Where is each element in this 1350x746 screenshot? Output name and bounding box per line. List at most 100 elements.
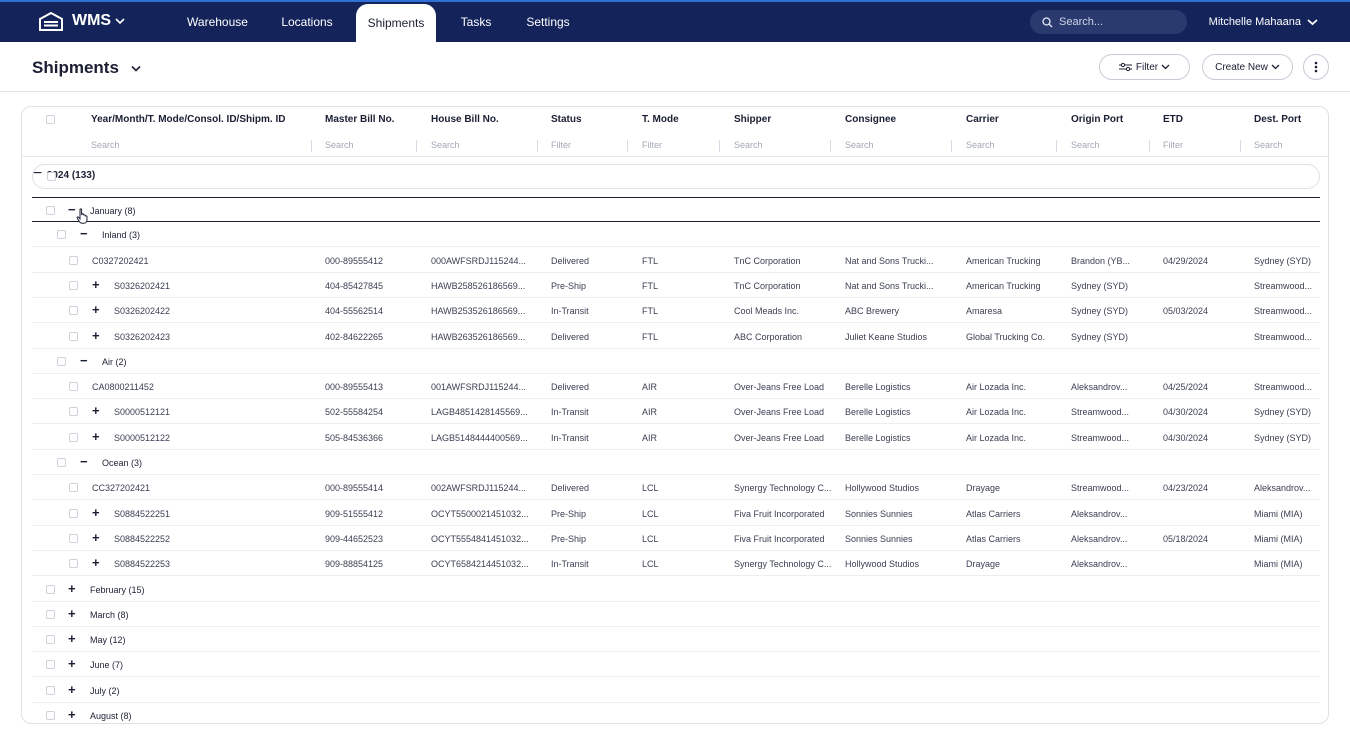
expand-icon[interactable]: + <box>92 329 100 342</box>
column-header-origin-port[interactable]: Origin Port <box>1071 114 1123 125</box>
table-row[interactable]: CA0800211452 000-89555413 001AWFSRDJ115244… <box>32 374 1320 400</box>
expand-icon[interactable]: + <box>92 430 100 443</box>
table-row[interactable]: + S0000512121 502-55584254 LAGB485142814556… <box>32 399 1320 425</box>
collapse-icon[interactable]: − <box>80 354 88 367</box>
consolidation-id[interactable]: CA0800211452 <box>92 382 154 392</box>
nav-tab-settings[interactable]: Settings <box>522 2 574 42</box>
collapse-icon[interactable]: − <box>80 227 88 240</box>
column-filter-input[interactable]: Search <box>91 140 120 150</box>
column-header-mode[interactable]: T. Mode <box>642 114 679 125</box>
brand-menu[interactable]: WMS <box>38 11 133 31</box>
expand-icon[interactable]: + <box>68 632 76 645</box>
row-checkbox[interactable] <box>46 584 55 594</box>
expand-icon[interactable]: + <box>92 404 100 417</box>
nav-tab-warehouse[interactable]: Warehouse <box>180 2 255 42</box>
consolidation-id[interactable]: CC327202421 <box>92 483 150 493</box>
table-row[interactable]: + S0326202423 402-84622265 HAWB263526186569… <box>32 324 1320 349</box>
month-group-row[interactable]: + June (7) <box>32 652 1320 678</box>
month-group-row[interactable]: + May (12) <box>32 627 1320 653</box>
column-filter-input[interactable]: Search <box>1071 140 1100 150</box>
consolidation-id[interactable]: C0327202421 <box>92 256 149 266</box>
row-checkbox[interactable] <box>57 230 66 240</box>
global-search-input[interactable]: Search... <box>1030 10 1187 34</box>
column-filter-input[interactable]: Filter <box>642 140 662 150</box>
row-checkbox[interactable] <box>69 559 78 569</box>
filter-button[interactable]: Filter <box>1099 54 1190 80</box>
expand-icon[interactable]: + <box>68 607 76 620</box>
table-row[interactable]: + S0884522252 909-44652523 OCYT555484145103… <box>32 526 1320 551</box>
collapse-icon[interactable]: − <box>33 165 42 182</box>
row-checkbox[interactable] <box>69 407 78 417</box>
column-filter-input[interactable]: Search <box>1254 140 1283 150</box>
user-menu[interactable]: Mitchelle Mahaana <box>1209 2 1318 42</box>
row-checkbox[interactable] <box>69 255 78 265</box>
shipment-id[interactable]: S0884522252 <box>114 534 170 544</box>
month-group-row[interactable]: + March (8) <box>32 602 1320 627</box>
row-checkbox[interactable] <box>69 432 78 442</box>
column-header-dest-port[interactable]: Dest. Port <box>1254 114 1301 125</box>
expand-icon[interactable]: + <box>92 506 100 519</box>
row-checkbox[interactable] <box>46 206 55 215</box>
expand-icon[interactable]: + <box>68 582 76 595</box>
row-checkbox[interactable] <box>69 533 78 543</box>
collapse-icon[interactable]: − <box>80 455 88 468</box>
row-checkbox[interactable] <box>47 172 56 181</box>
row-checkbox[interactable] <box>69 483 78 493</box>
shipment-id[interactable]: S0884522253 <box>114 559 170 569</box>
table-row[interactable]: + S0000512122 505-84536366 LAGB514844440056… <box>32 425 1320 450</box>
row-checkbox[interactable] <box>69 280 78 290</box>
more-options-button[interactable] <box>1303 54 1329 80</box>
row-checkbox[interactable] <box>46 660 55 670</box>
expand-icon[interactable]: + <box>68 683 76 696</box>
row-checkbox[interactable] <box>69 382 78 392</box>
column-header-id[interactable]: Year/Month/T. Mode/Consol. ID/Shipm. ID <box>91 114 285 125</box>
collapse-icon[interactable]: − <box>68 203 76 216</box>
expand-icon[interactable]: + <box>68 657 76 670</box>
row-checkbox[interactable] <box>46 635 55 645</box>
expand-icon[interactable]: + <box>92 556 100 569</box>
column-filter-input[interactable]: Filter <box>551 140 571 150</box>
table-row[interactable]: + S0326202422 404-55562514 HAWB253526186569… <box>32 298 1320 324</box>
column-header-consignee[interactable]: Consignee <box>845 114 896 125</box>
expand-icon[interactable]: + <box>68 708 76 721</box>
nav-tab-shipments[interactable]: Shipments <box>356 4 436 42</box>
nav-tab-locations[interactable]: Locations <box>275 2 339 42</box>
column-header-master-bill[interactable]: Master Bill No. <box>325 114 394 125</box>
shipment-id[interactable]: S0884522251 <box>114 509 170 519</box>
column-header-house-bill[interactable]: House Bill No. <box>431 114 499 125</box>
month-group-row[interactable]: − January (8) <box>32 197 1320 222</box>
expand-icon[interactable]: + <box>92 531 100 544</box>
column-header-shipper[interactable]: Shipper <box>734 114 771 125</box>
row-checkbox[interactable] <box>46 711 55 720</box>
shipment-id[interactable]: S0000512122 <box>114 433 170 443</box>
row-checkbox[interactable] <box>57 458 66 467</box>
row-checkbox[interactable] <box>69 306 78 316</box>
year-group-row[interactable]: − 2024 (133) <box>32 164 1320 189</box>
table-row[interactable]: CC327202421 000-89555414 002AWFSRDJ115244.… <box>32 475 1320 501</box>
row-checkbox[interactable] <box>46 609 55 619</box>
month-group-row[interactable]: + July (2) <box>32 678 1320 703</box>
column-filter-input[interactable]: Search <box>325 140 354 150</box>
table-row[interactable]: + S0326202421 404-85427845 HAWB258526186569… <box>32 273 1320 298</box>
expand-icon[interactable]: + <box>92 303 100 316</box>
page-title-dropdown[interactable]: Shipments <box>32 58 141 78</box>
nav-tab-tasks[interactable]: Tasks <box>455 2 497 42</box>
table-row[interactable]: + S0884522253 909-88854125 OCYT658421445103… <box>32 551 1320 577</box>
row-checkbox[interactable] <box>69 508 78 518</box>
month-group-row[interactable]: + February (15) <box>32 577 1320 602</box>
mode-group-row[interactable]: − Ocean (3) <box>32 450 1320 475</box>
column-filter-input[interactable]: Search <box>845 140 874 150</box>
row-checkbox[interactable] <box>69 331 78 341</box>
expand-icon[interactable]: + <box>92 278 100 291</box>
column-filter-input[interactable]: Filter <box>1163 140 1183 150</box>
column-header-carrier[interactable]: Carrier <box>966 114 999 125</box>
column-header-etd[interactable]: ETD <box>1163 114 1183 125</box>
shipment-id[interactable]: S0326202421 <box>114 281 170 291</box>
row-checkbox[interactable] <box>46 685 55 695</box>
column-filter-input[interactable]: Search <box>431 140 460 150</box>
mode-group-row[interactable]: − Inland (3) <box>32 222 1320 248</box>
mode-group-row[interactable]: − Air (2) <box>32 349 1320 374</box>
column-header-status[interactable]: Status <box>551 114 582 125</box>
month-group-row[interactable]: + August (8) <box>32 703 1320 723</box>
shipment-id[interactable]: S0000512121 <box>114 407 170 417</box>
